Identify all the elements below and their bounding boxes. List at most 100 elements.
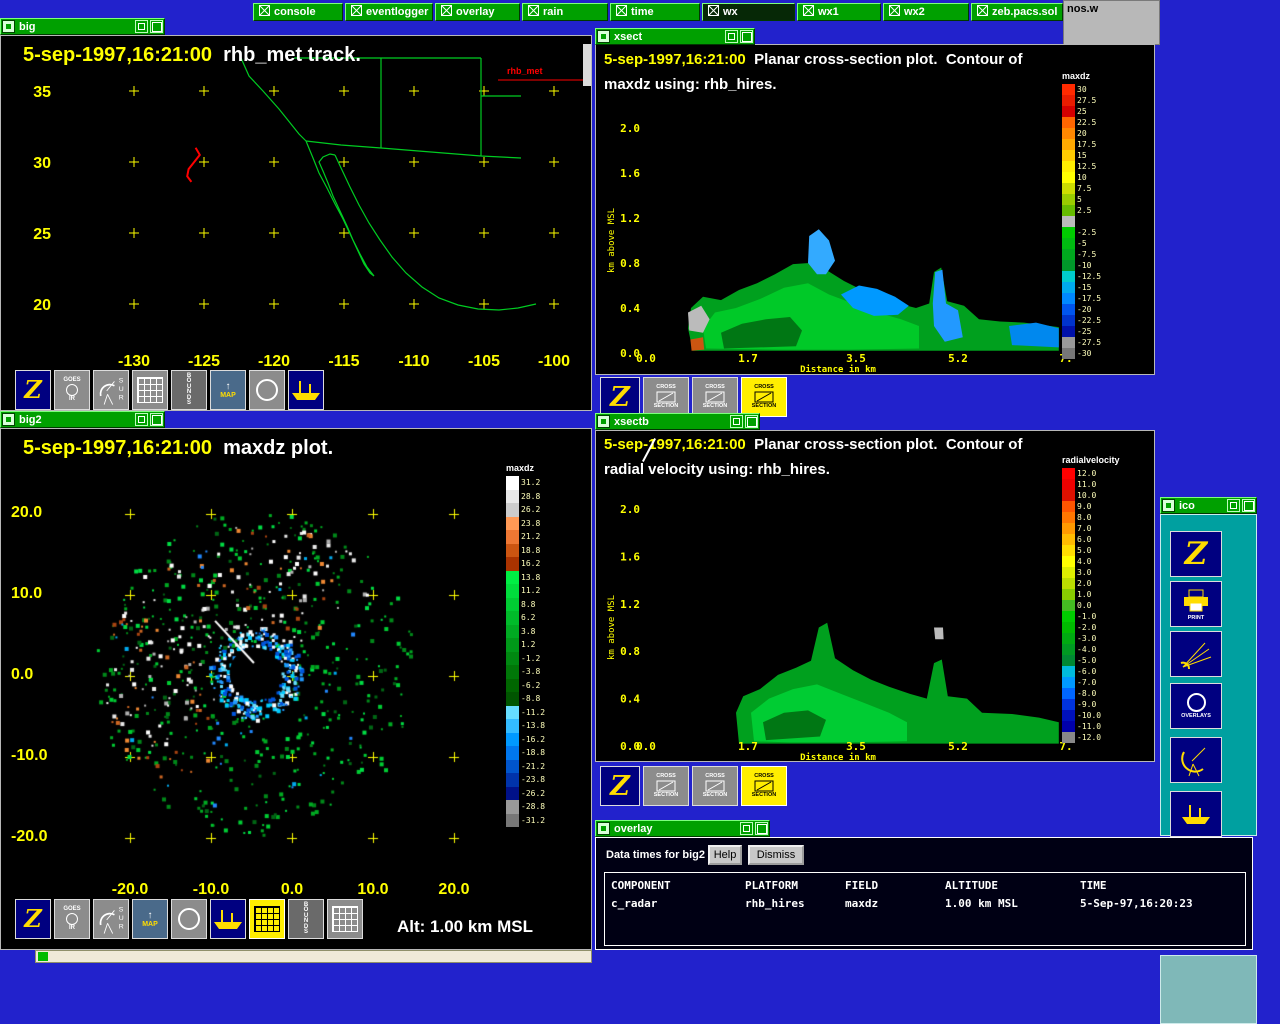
ship-icon[interactable] [1170,791,1222,837]
titlebar-xsectb[interactable]: xsectb [595,413,760,430]
print-icon[interactable]: PRINT [1170,581,1222,627]
window-resize-button[interactable] [740,822,753,835]
dismiss-button[interactable]: Dismiss [748,845,804,865]
zebra-logo-icon[interactable]: Z [600,377,640,417]
window-zoom-button[interactable] [150,413,163,426]
colorbar-entry: -11.2 [506,705,545,719]
window-big-map[interactable]: 35 30 25 20 -130 -125 -120 -115 -110 -105 -100 rhb_… [0,35,592,411]
svg-text:1.2: 1.2 [620,598,640,611]
circle-icon[interactable] [249,370,285,410]
beam-icon[interactable] [1170,631,1222,677]
table-cell: maxdz [845,897,879,910]
goes-ir-icon[interactable]: GOES IR [54,370,90,410]
grid-glyph [332,906,358,932]
window-resize-button[interactable] [730,415,743,428]
checkbox-icon [889,3,900,21]
colorbar-entry: -5.0 [1062,655,1120,666]
titlebar-overlay[interactable]: overlay [595,820,770,837]
cross-section-selected-icon[interactable]: CROSS SECTION [741,766,787,806]
bounds-icon[interactable]: BOUNDS [288,899,324,939]
cross-section-icon[interactable]: CROSS SECTION [643,766,689,806]
colorbar-entry: 0.0 [1062,600,1120,611]
zebra-logo-icon[interactable]: Z [600,766,640,806]
svg-text:R: R [119,923,124,930]
cross-section-selected-icon[interactable]: CROSS SECTION [741,377,787,417]
titlebar-ico[interactable]: ico [1160,497,1257,514]
radar-ppi-display[interactable] [1,429,591,949]
ship-icon[interactable] [210,899,246,939]
window-menu-button[interactable] [597,30,610,43]
desktop: console eventlogger overlay rain time wx wx1 wx… [0,0,1280,1024]
section-label: SECTION [702,403,728,409]
cross-section-icon[interactable]: CROSS SECTION [692,377,738,417]
cross-section-icon[interactable]: CROSS SECTION [643,377,689,417]
map-icon[interactable]: ↑ MAP [132,899,168,939]
task-button-eventlogger[interactable]: eventlogger [345,3,433,21]
window-resize-button[interactable] [135,20,148,33]
window-big2-ppi[interactable]: 5-sep-1997,16:21:00 maxdz plot. 20.0 10.0… [0,428,592,950]
window-zoom-button[interactable] [755,822,768,835]
window-xsectb[interactable]: 2.0 1.6 1.2 0.8 0.4 0.0 0.0 1.7 3.5 5.2 7. km above… [595,430,1155,762]
dish-icon[interactable] [1170,737,1222,783]
titlebar-big[interactable]: big [0,18,165,35]
cross-label: CROSS [705,384,725,390]
window-zoom-button[interactable] [740,30,753,43]
goes-label: GOES [63,377,81,383]
task-button-overlay[interactable]: overlay [435,3,520,21]
window-nosw[interactable]: nos.w [1063,0,1160,45]
map-icon[interactable]: ↑ MAP [210,370,246,410]
axis-tick-label: 20.0 [438,881,470,898]
window-zoom-button[interactable] [745,415,758,428]
window-resize-button[interactable] [725,30,738,43]
svg-text:-120: -120 [258,353,290,370]
colorbar-entry: -2.5 [1062,227,1101,238]
window-menu-button[interactable] [2,413,15,426]
circle-icon[interactable] [171,899,207,939]
radar-sur-icon[interactable]: SUR [93,899,129,939]
overlay-header: Data times for big2 [606,849,706,861]
task-button-wx[interactable]: wx [702,3,795,21]
zebra-logo-icon[interactable]: Z [15,899,51,939]
help-button[interactable]: Help [708,845,742,865]
map-display[interactable]: 35 30 25 20 -130 -125 -120 -115 -110 -105 -100 rhb_… [1,36,591,410]
window-menu-button[interactable] [1162,499,1175,512]
window-menu-button[interactable] [2,20,15,33]
colorbar-entry: 22.5 [1062,117,1101,128]
colorbar-entry: 7.0 [1062,523,1120,534]
window-resize-button[interactable] [135,413,148,426]
window-menu-button[interactable] [597,822,610,835]
zebra-logo-icon[interactable]: Z [15,370,51,410]
goes-ir-icon[interactable]: GOES IR [54,899,90,939]
radar-sur-icon[interactable]: SUR [93,370,129,410]
task-button-wx1[interactable]: wx1 [797,3,881,21]
colorbar-entry: 20 [1062,128,1101,139]
window-nosw-title: nos.w [1067,3,1099,15]
task-button-time[interactable]: time [610,3,700,21]
bounds-icon[interactable]: BOUNDS [171,370,207,410]
titlebar-xsect[interactable]: xsect [595,28,755,45]
titlebar-big2[interactable]: big2 [0,411,165,428]
axis-tick-label: 10.0 [11,585,43,602]
svg-text:5.2: 5.2 [948,740,968,753]
grid-selected-icon[interactable] [249,899,285,939]
colorbar-entry: -30 [1062,348,1101,359]
window-xsect[interactable]: 2.01.61.20.80.40.00.01.73.55.27.km above… [595,44,1155,375]
overlays-icon[interactable]: OVERLAYS [1170,683,1222,729]
ship-icon[interactable] [288,370,324,410]
task-button-console[interactable]: console [253,3,343,21]
task-button-zeb.pacs.sol[interactable]: zeb.pacs.sol [971,3,1063,21]
grid-icon[interactable] [327,899,363,939]
colorbar-entry: 8.0 [1062,512,1120,523]
task-button-wx2[interactable]: wx2 [883,3,969,21]
svg-text:-125: -125 [188,353,220,370]
window-zoom-button[interactable] [1242,499,1255,512]
window-menu-button[interactable] [597,415,610,428]
svg-text:U: U [119,386,124,393]
zebra-logo-icon[interactable]: Z [1170,531,1222,577]
section-label: SECTION [653,403,679,409]
cross-section-icon[interactable]: CROSS SECTION [692,766,738,806]
task-button-rain[interactable]: rain [522,3,608,21]
window-resize-button[interactable] [1227,499,1240,512]
window-zoom-button[interactable] [150,20,163,33]
grid-icon[interactable] [132,370,168,410]
